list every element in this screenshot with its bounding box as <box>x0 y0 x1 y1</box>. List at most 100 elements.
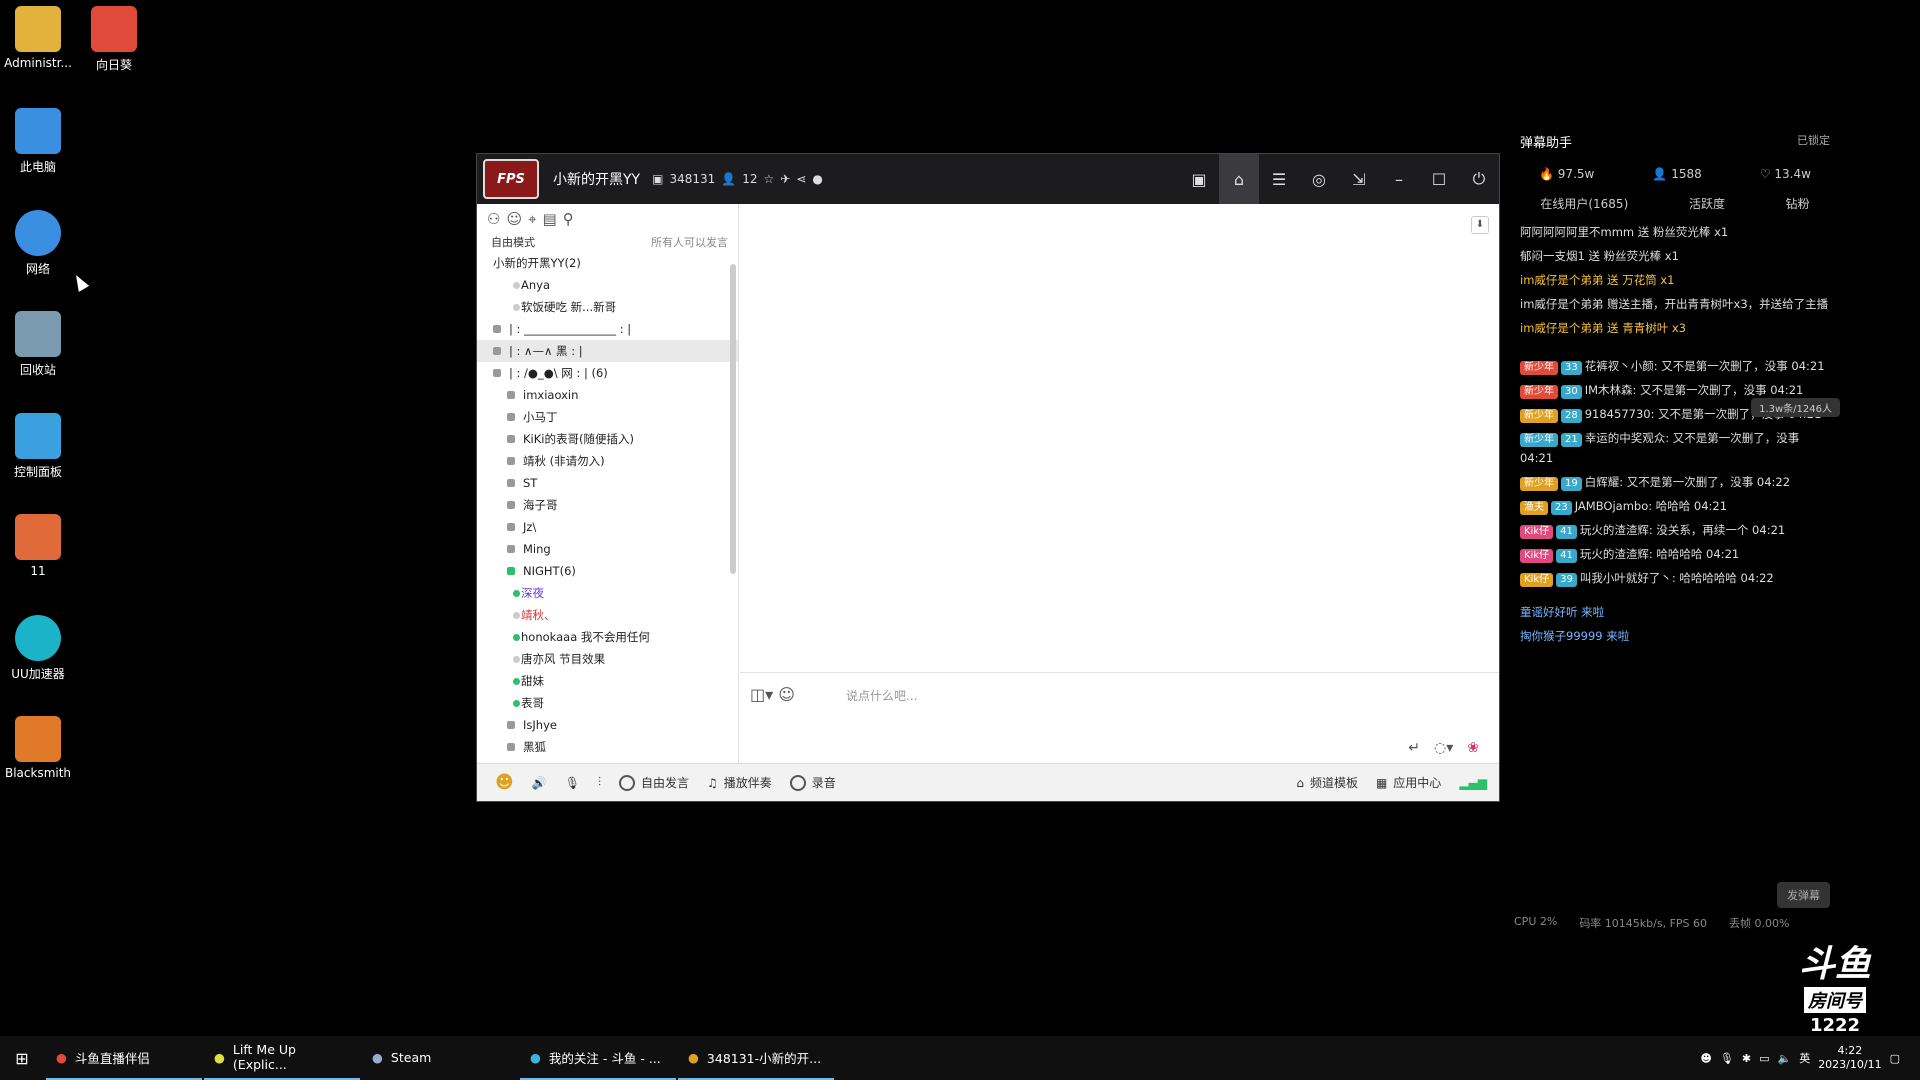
list-icon[interactable]: ☰ <box>1259 154 1299 204</box>
channel-item[interactable]: 海子哥 <box>477 494 738 516</box>
tray-network-icon[interactable]: ▭ <box>1759 1052 1769 1065</box>
channel-item[interactable]: Ming <box>477 538 738 560</box>
stat-users: 👤 1588 <box>1652 167 1702 181</box>
lock-status[interactable]: 已锁定 <box>1797 132 1830 151</box>
taskbar-item-steam[interactable]: ● Steam <box>362 1036 518 1080</box>
tray-volume-icon[interactable]: 🔈 <box>1777 1052 1791 1065</box>
alert-icon[interactable]: ● <box>812 172 822 186</box>
subchannel-black[interactable]: | : ∧—∧ 黑 : | <box>477 340 738 362</box>
channel-item[interactable]: 黑狐 <box>477 736 738 758</box>
equalizer-icon[interactable]: ⫶ <box>598 775 601 790</box>
gamepad-emoji-icon[interactable]: ◫▾ ☺ <box>750 685 795 704</box>
video-icon[interactable]: ▣ <box>1179 154 1219 204</box>
plane-icon[interactable]: ✈ <box>780 172 790 186</box>
notification-icon[interactable]: ▢ <box>1890 1052 1900 1065</box>
channel-item[interactable]: 小马丁 <box>477 406 738 428</box>
desktop-icon-administrator[interactable]: Administr... <box>0 6 76 70</box>
taskbar-item-edge[interactable]: ● 我的关注 - 斗鱼 - ... <box>520 1036 676 1080</box>
minimize-button[interactable]: – <box>1379 154 1419 204</box>
input-area: ◫▾ ☺ 说点什么吧... ↵ ◌▾ ❀ <box>740 672 1499 764</box>
yy-titlebar: FPS 小新的开黑YY ▣ 348131 👤 12 ☆ ✈ ⋖ ● ▣ ⌂ ☰ ◎ … <box>477 154 1499 204</box>
desktop-icon-network[interactable]: 网络 <box>0 210 76 277</box>
control-panel-icon <box>15 413 61 459</box>
chat-message: Kik仔 41 玩火的渣渣辉: 哈哈哈哈 04:21 <box>1510 542 1840 566</box>
free-speak-button[interactable]: 自由发言 <box>618 774 689 791</box>
tray-bluetooth-icon[interactable]: ✱ <box>1742 1052 1751 1065</box>
user-item[interactable]: 唐亦风 节目效果 <box>477 648 738 670</box>
tray-mic-icon[interactable]: 🎙 <box>1720 1052 1734 1065</box>
send-danmu-button[interactable]: 发弹幕 <box>1777 882 1830 908</box>
power-button[interactable]: ⏻ <box>1459 154 1499 204</box>
user-item[interactable]: 甜妹 <box>477 670 738 692</box>
room-number: 1222 <box>1809 1015 1861 1036</box>
music-button[interactable]: ♫ 播放伴奏 <box>707 774 772 791</box>
taskbar-item-douyu[interactable]: ● 斗鱼直播伴侣 <box>46 1036 202 1080</box>
search-icon[interactable]: ⚲ <box>563 210 574 228</box>
desktop-icon-11[interactable]: 11 <box>0 514 76 578</box>
maximize-button[interactable]: ☐ <box>1419 154 1459 204</box>
enter-message: 童谣好好听 来啦 <box>1520 605 1605 619</box>
record-button[interactable]: 录音 <box>789 774 836 791</box>
mode-note: 所有人可以发言 <box>651 236 728 249</box>
user-anya[interactable]: Anya <box>477 274 738 296</box>
ime-indicator[interactable]: 英 <box>1799 1050 1810 1066</box>
desktop-icon-recycle-bin[interactable]: 回收站 <box>0 311 76 378</box>
desktop-icon-uu[interactable]: UU加速器 <box>0 615 76 682</box>
channel-root[interactable]: 小新的开黑YY(2) <box>477 252 738 274</box>
gift-message: 郁闷一支烟1 送 粉丝荧光棒 x1 <box>1520 249 1679 263</box>
subchannel-line[interactable]: | : ________________ : | <box>477 318 738 340</box>
taskbar-item-music[interactable]: ● Lift Me Up (Explic... <box>204 1036 360 1080</box>
channel-item[interactable]: ST <box>477 472 738 494</box>
gamepad-icon[interactable]: ◎ <box>1299 154 1339 204</box>
chat-message: 新少年 21 幸运的中奖观众: 又不是第一次删了，没事 04:21 <box>1520 431 1800 465</box>
speaker-icon[interactable]: 🔊 <box>532 776 547 790</box>
desktop-icon-control-panel[interactable]: 控制面板 <box>0 413 76 480</box>
user-item[interactable]: honokaaa 我不会用任何 <box>477 626 738 648</box>
channel-item[interactable]: imxiaoxin <box>477 384 738 406</box>
mouse-cursor-icon <box>70 272 90 292</box>
channel-item[interactable]: 靖秋 (非请勿入) <box>477 450 738 472</box>
tray-app-icon[interactable]: ☻ <box>1700 1052 1711 1065</box>
message-input[interactable]: 说点什么吧... <box>846 687 917 704</box>
share-icon[interactable]: ⋖ <box>796 172 806 186</box>
channel-night[interactable]: NIGHT(6) <box>477 560 738 582</box>
owl-icon[interactable]: ☻ <box>495 772 514 793</box>
home-icon[interactable]: ⌂ <box>1219 154 1259 204</box>
tab-fans[interactable]: 钻粉 <box>1786 195 1810 212</box>
mode-select[interactable]: 自由模式 <box>491 234 535 252</box>
stat-likes: ♡ 13.4w <box>1759 167 1811 181</box>
template-button[interactable]: ⌂ 频道模板 <box>1296 774 1358 791</box>
danmu-panel: 弹幕助手 已锁定 🔥 97.5w 👤 1588 ♡ 13.4w 在线用户(1685… <box>1510 122 1840 932</box>
tab-online[interactable]: 在线用户(1685) <box>1540 195 1628 212</box>
person-icon[interactable]: ⚇ <box>487 210 500 228</box>
windows-start-icon[interactable]: ⊞ <box>0 1036 44 1080</box>
location-icon[interactable]: ⌖ <box>528 210 536 228</box>
chat-icon[interactable]: ☺ <box>506 210 522 228</box>
user-ruanfan[interactable]: 软饭硬吃 新...新哥 <box>477 296 738 318</box>
desktop-icon-this-pc[interactable]: 此电脑 <box>0 108 76 175</box>
app-center-button[interactable]: ▦ 应用中心 <box>1376 774 1441 791</box>
clock[interactable]: 4:22 2023/10/11 <box>1818 1044 1881 1072</box>
user-item[interactable]: 表哥 <box>477 692 738 714</box>
user-item[interactable]: 深夜 <box>477 582 738 604</box>
tab-activity[interactable]: 活跃度 <box>1689 195 1725 212</box>
scroll-down-icon[interactable]: ⬇ <box>1471 216 1489 234</box>
desktop-icon-blacksmith[interactable]: Blacksmith <box>0 716 76 780</box>
channel-item[interactable]: KiKi的表哥(随便插入) <box>477 428 738 450</box>
star-icon[interactable]: ☆ <box>764 172 775 186</box>
notes-icon[interactable]: ▤ <box>543 210 557 228</box>
scrollbar[interactable] <box>730 264 736 574</box>
pin-icon[interactable]: ⇲ <box>1339 154 1379 204</box>
taskbar-item-yy[interactable]: ● 348131-小新的开... <box>678 1036 834 1080</box>
user-item[interactable]: 靖秋、 <box>477 604 738 626</box>
desktop-icon-sunflower[interactable]: 向日葵 <box>76 6 152 73</box>
channel-id-icon: ▣ <box>652 172 664 186</box>
flower-icon[interactable]: ❀ <box>1467 740 1479 756</box>
channel-item[interactable]: Jz\ <box>477 516 738 538</box>
bubble-icon[interactable]: ◌▾ <box>1434 740 1453 756</box>
subchannel-net[interactable]: | : /●_●\ 网 : | (6) <box>477 362 738 384</box>
enter-icon[interactable]: ↵ <box>1408 740 1420 756</box>
channel-item[interactable]: IsJhye <box>477 714 738 736</box>
mic-icon[interactable]: 🎙 <box>565 776 580 790</box>
fps-logo-icon: FPS <box>483 159 539 199</box>
